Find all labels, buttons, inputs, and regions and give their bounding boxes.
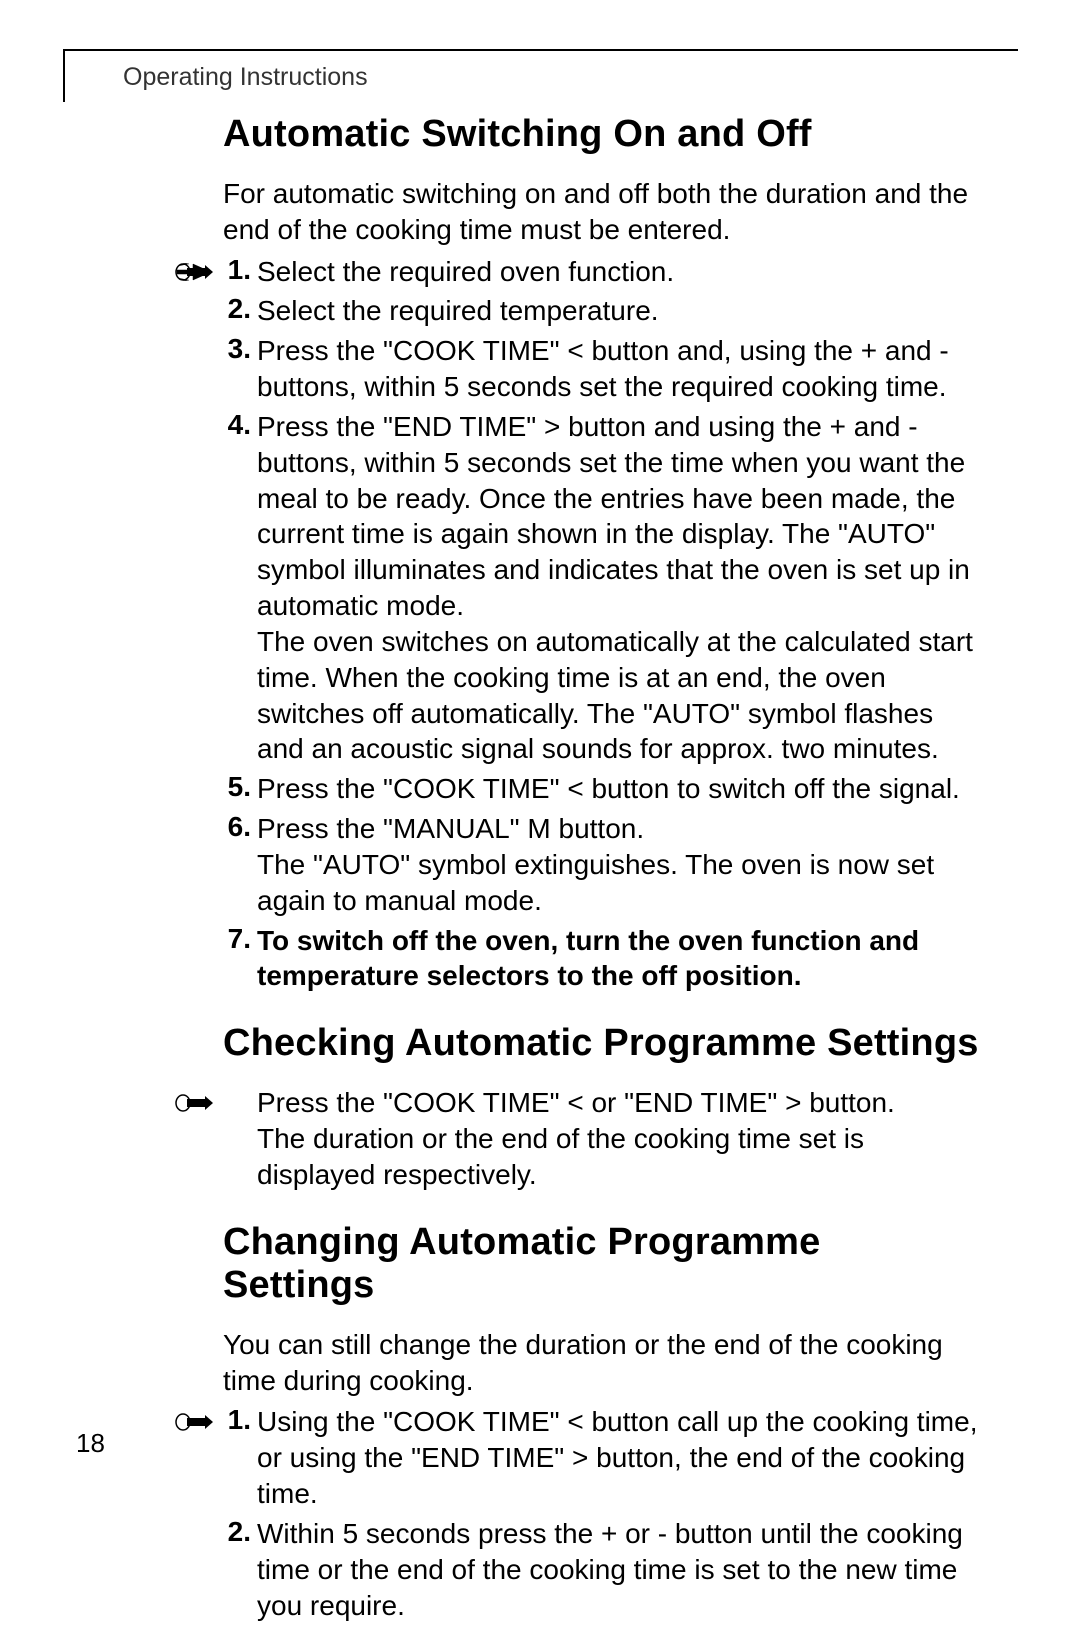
hand-pointing-icon <box>175 1085 223 1117</box>
section3-step-row-2: 2. Within 5 seconds press the + or - but… <box>223 1516 979 1623</box>
hand-pointing-icon <box>175 1404 223 1436</box>
section3-step-row-1: 1. Using the "COOK TIME" < button call u… <box>175 1404 979 1511</box>
page-number: 18 <box>76 1428 105 1459</box>
step-row-4: 4. Press the "END TIME" > button and usi… <box>223 409 979 767</box>
section2-row: Press the "COOK TIME" < or "END TIME" > … <box>175 1085 979 1192</box>
step-number: 7. <box>223 923 257 955</box>
hand-pointing-icon <box>175 254 223 286</box>
step-body: Select the required oven function. <box>257 254 979 290</box>
section-title-auto-on-off: Automatic Switching On and Off <box>223 113 979 156</box>
step-row-1: 1. Select the required oven function. <box>175 254 979 290</box>
step-body: Press the "END TIME" > button and using … <box>257 409 979 767</box>
step-number: 2. <box>223 293 257 325</box>
step-body-bold: To switch off the oven, turn the oven fu… <box>257 923 979 995</box>
step-body: Press the "COOK TIME" < button to switch… <box>257 771 979 807</box>
step-number: 1. <box>223 254 257 286</box>
step-row-2: 2. Select the required temperature. <box>223 293 979 329</box>
step-body: Press the "COOK TIME" < button and, usin… <box>257 333 979 405</box>
section1-intro: For automatic switching on and off both … <box>223 176 979 248</box>
step-number: 2. <box>223 1516 257 1548</box>
section-title-changing: Changing Automatic Programme Settings <box>223 1221 979 1307</box>
step-number: 1. <box>223 1404 257 1436</box>
section-title-checking: Checking Automatic Programme Settings <box>223 1022 979 1065</box>
step-body: Select the required temperature. <box>257 293 979 329</box>
step-body: Within 5 seconds press the + or - button… <box>257 1516 979 1623</box>
step-body: Press the "MANUAL" M button. The "AUTO" … <box>257 811 979 918</box>
step-body: Using the "COOK TIME" < button call up t… <box>257 1404 979 1511</box>
step-number: 3. <box>223 333 257 365</box>
step-number: 5. <box>223 771 257 803</box>
step-row-3: 3. Press the "COOK TIME" < button and, u… <box>223 333 979 405</box>
section2-body: Press the "COOK TIME" < or "END TIME" > … <box>257 1085 979 1192</box>
step-number: 6. <box>223 811 257 843</box>
step-row-5: 5. Press the "COOK TIME" < button to swi… <box>223 771 979 807</box>
step-row-7: 7. To switch off the oven, turn the oven… <box>223 923 979 995</box>
step-row-6: 6. Press the "MANUAL" M button. The "AUT… <box>223 811 979 918</box>
section3-intro: You can still change the duration or the… <box>223 1327 979 1399</box>
step-number: 4. <box>223 409 257 441</box>
